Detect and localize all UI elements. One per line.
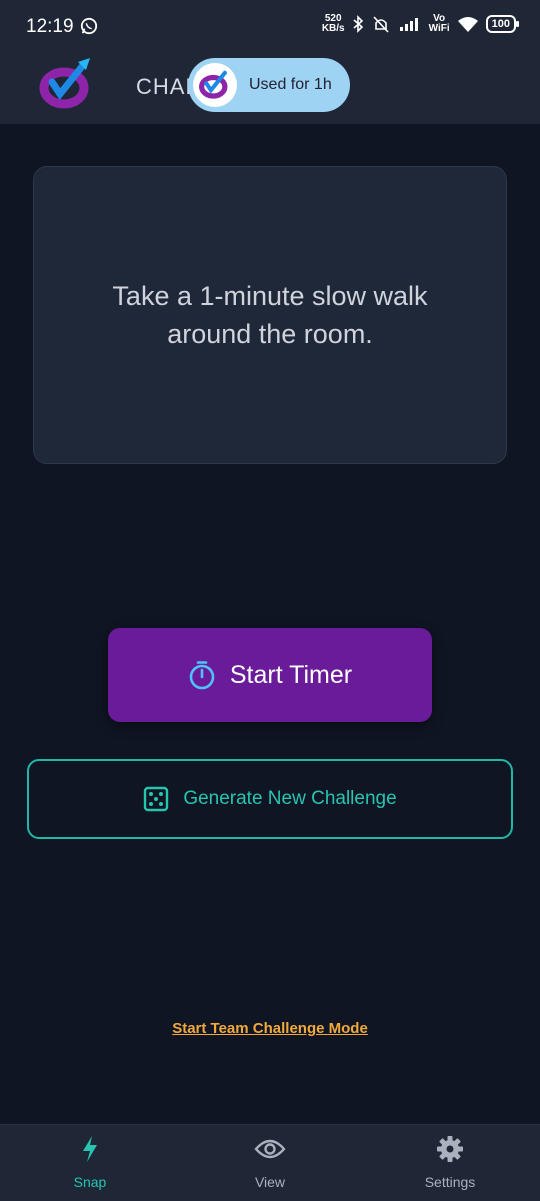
challenge-text: Take a 1-minute slow walk around the roo… <box>112 281 428 349</box>
team-mode-container: Start Team Challenge Mode <box>0 1020 540 1038</box>
eye-icon <box>254 1139 286 1159</box>
start-timer-button[interactable]: Start Timer <box>108 628 432 722</box>
team-mode-link[interactable]: Start Team Challenge Mode <box>172 1020 368 1037</box>
start-timer-label: Start Timer <box>229 660 353 689</box>
usage-toast: Used for 1h <box>188 58 350 112</box>
nav-item-view[interactable]: View <box>210 1135 330 1190</box>
net-speed-unit: KB/s <box>321 23 345 34</box>
stopwatch-icon <box>189 661 215 690</box>
whatsapp-icon <box>80 17 98 35</box>
status-bar: 12:19 520 KB/s Vo WiFi 100 <box>0 0 540 54</box>
signal-icon <box>399 18 418 31</box>
battery-indicator: 100 <box>485 15 520 33</box>
bottom-nav: Snap View Settings <box>0 1124 540 1201</box>
nav-item-snap[interactable]: Snap <box>30 1135 150 1190</box>
gear-icon <box>437 1136 463 1162</box>
toast-app-icon <box>193 63 237 107</box>
app-logo-small-icon <box>199 70 228 99</box>
nav-label-snap: Snap <box>73 1174 107 1190</box>
dice-icon <box>144 786 169 812</box>
status-icons: 520 KB/s Vo WiFi 100 <box>322 14 520 34</box>
mute-bell-icon <box>373 16 389 33</box>
generate-challenge-label: Generate New Challenge <box>183 788 397 809</box>
toast-text: Used for 1h <box>249 76 332 93</box>
app-logo-icon <box>39 58 90 109</box>
status-time: 12:19 <box>26 16 74 37</box>
net-speed: 520 KB/s <box>322 14 345 34</box>
nav-label-view: View <box>254 1174 286 1190</box>
wifi-label: WiFi <box>428 23 450 34</box>
lightning-icon <box>83 1136 97 1162</box>
vowifi-indicator: Vo WiFi <box>429 14 450 34</box>
wifi-icon <box>457 17 478 32</box>
bluetooth-icon <box>353 15 363 33</box>
challenge-card: Take a 1-minute slow walk around the roo… <box>33 166 507 464</box>
generate-challenge-button[interactable]: Generate New Challenge <box>27 759 513 839</box>
nav-item-settings[interactable]: Settings <box>390 1135 510 1190</box>
nav-label-settings: Settings <box>424 1174 476 1190</box>
